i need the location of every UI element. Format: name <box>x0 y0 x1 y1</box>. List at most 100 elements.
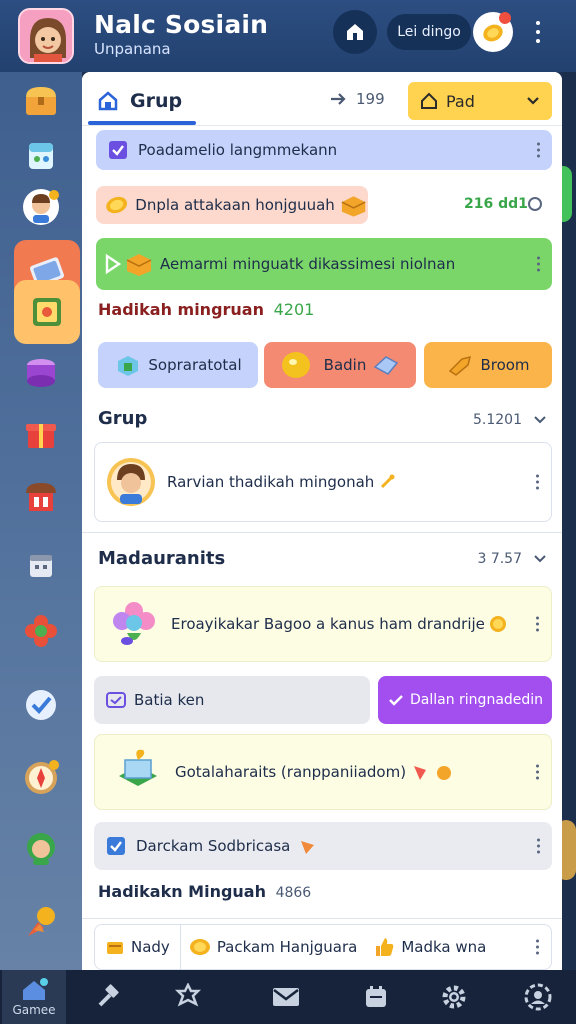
list-item-label: Dnpla attakaan honjguuah <box>135 196 335 214</box>
half-button-left[interactable]: Batia ken <box>94 676 370 724</box>
card-text: Gotalaharaits (ranppaniiadom) <box>175 763 407 781</box>
nav-home-label: Gamee <box>12 1002 56 1017</box>
stat-value: 199 <box>356 90 385 108</box>
section-count-members[interactable]: 3 7.57 <box>477 551 546 567</box>
members-card-1[interactable]: Eroayikakar Bagoo a kanus ham drandrije <box>94 586 552 662</box>
tab-stat: 199 <box>330 90 385 108</box>
sidebar-item-flower[interactable] <box>16 606 66 656</box>
list-item-label: Aemarmi minguatk dikassimesi niolnan <box>160 255 456 273</box>
section-title-group: Grup <box>98 408 148 429</box>
tab-group[interactable]: Grup <box>96 86 182 116</box>
card-text: Darckam Sodbricasa <box>136 837 291 855</box>
button-label: Sopraratotal <box>148 356 242 374</box>
calendar-icon <box>30 555 52 577</box>
footer-item-label: Nady <box>131 938 170 956</box>
sidebar-item-friend[interactable] <box>16 182 66 232</box>
group-card[interactable]: Rarvian thadikah mingonah <box>94 442 552 522</box>
button-broom[interactable]: Broom <box>424 342 552 388</box>
list-item-label: Poadamelio langmmekann <box>138 141 338 159</box>
app-title: Nalc Sosiain <box>94 10 269 39</box>
list-item-green[interactable]: Aemarmi minguatk dikassimesi niolnan <box>96 238 552 290</box>
gold-block-icon <box>126 254 152 276</box>
nav-settings[interactable] <box>422 970 486 1024</box>
sidebar-item-ticket[interactable] <box>16 130 66 180</box>
home-button[interactable] <box>333 10 377 54</box>
filter-select[interactable]: Pad <box>408 82 552 120</box>
checkbox-icon <box>107 837 125 855</box>
more-menu-button[interactable] <box>528 18 548 46</box>
sidebar-item-chest[interactable] <box>16 76 66 126</box>
half-button-label: Dallan ringnadedin <box>410 692 544 708</box>
button-label: Broom <box>480 356 530 374</box>
footer-divider <box>82 918 562 919</box>
coin-icon <box>106 196 128 214</box>
footer-item-madka[interactable]: Madka wna <box>365 925 494 969</box>
sidebar-item-shop[interactable] <box>16 470 66 520</box>
sidebar-item-photo-album[interactable] <box>14 280 80 344</box>
home-icon <box>347 24 363 40</box>
row-menu-icon[interactable] <box>537 256 540 272</box>
sidebar-item-gift[interactable] <box>16 408 66 458</box>
row-menu-icon[interactable] <box>536 939 539 955</box>
coin-button[interactable] <box>473 12 513 52</box>
sidebar-item-check[interactable] <box>16 680 66 730</box>
button-badin[interactable]: Badin <box>264 342 416 388</box>
calendar-icon <box>366 986 386 1007</box>
check-icon <box>389 695 403 706</box>
rewards-value: 4201 <box>273 300 315 319</box>
notification-dot <box>499 12 511 24</box>
gift-box-icon <box>119 749 157 786</box>
tab-label: Grup <box>130 90 183 112</box>
row-menu-icon[interactable] <box>537 838 540 854</box>
section-divider <box>82 532 562 533</box>
member-avatar-icon <box>107 458 155 506</box>
half-button-right[interactable]: Dallan ringnadedin <box>378 676 552 724</box>
thumbs-up-icon <box>376 938 394 956</box>
button-sopraratotal[interactable]: Sopraratotal <box>98 342 258 388</box>
sidebar-item-cake[interactable] <box>16 346 66 396</box>
radio-button[interactable] <box>528 197 542 211</box>
section-title-members: Madauranits <box>98 548 226 569</box>
card-text: Eroayikakar Bagoo a kanus ham drandrije <box>171 615 485 633</box>
nav-mail[interactable] <box>254 970 318 1024</box>
sidebar-item-calendar[interactable] <box>16 540 66 590</box>
footer-item-packam[interactable]: Packam Hanjguara <box>181 925 366 969</box>
player-avatar[interactable] <box>18 8 74 64</box>
row-menu-icon[interactable] <box>536 474 539 490</box>
tab-bar: Grup 199 Pad <box>82 72 562 126</box>
list-item-top[interactable]: Poadamelio langmmekann <box>96 130 552 170</box>
coin-item-value: 216 dd1 <box>464 196 528 212</box>
sidebar-item-helper[interactable] <box>16 824 66 874</box>
gift-icon <box>26 424 56 448</box>
members-card-3[interactable]: Darckam Sodbricasa <box>94 822 552 870</box>
badge-icon <box>174 983 202 1007</box>
row-menu-icon[interactable] <box>537 142 540 158</box>
nav-profile[interactable] <box>506 970 570 1024</box>
gear-icon <box>442 985 466 1009</box>
top-header: Nalc Sosiain Unpanana Lei dingo <box>0 0 576 72</box>
section-count-group[interactable]: 5.1201 <box>473 412 546 428</box>
nav-hammer[interactable] <box>76 970 140 1024</box>
profile-pill[interactable]: Lei dingo <box>387 14 471 50</box>
rewards-label-text: Hadikah mingruan <box>98 300 264 319</box>
coin-icon <box>489 616 506 632</box>
home-icon <box>23 977 48 1000</box>
purple-cake-icon <box>27 359 55 387</box>
nav-badge[interactable] <box>156 970 220 1024</box>
list-item-coin[interactable]: Dnpla attakaan honjguuah <box>96 186 368 224</box>
footer-section-label: Hadikakn Minguah 4866 <box>98 882 311 901</box>
nav-calendar[interactable] <box>344 970 408 1024</box>
footer-item-label: Packam Hanjguara <box>216 938 358 956</box>
nav-home[interactable]: Gamee <box>2 970 66 1024</box>
members-card-2[interactable]: Gotalaharaits (ranppaniiadom) <box>94 734 552 810</box>
row-menu-icon[interactable] <box>536 764 539 780</box>
sidebar-item-rocket[interactable] <box>16 898 66 948</box>
share-arrow-icon <box>331 93 346 105</box>
active-tab-indicator <box>88 121 196 125</box>
profile-gear-icon <box>524 983 552 1011</box>
row-menu-icon[interactable] <box>536 616 539 632</box>
footer-item-nady[interactable]: Nady <box>95 925 181 969</box>
sidebar-item-compass[interactable] <box>16 752 66 802</box>
rocket-icon <box>28 907 55 936</box>
group-card-text: Rarvian thadikah mingonah <box>167 473 375 491</box>
